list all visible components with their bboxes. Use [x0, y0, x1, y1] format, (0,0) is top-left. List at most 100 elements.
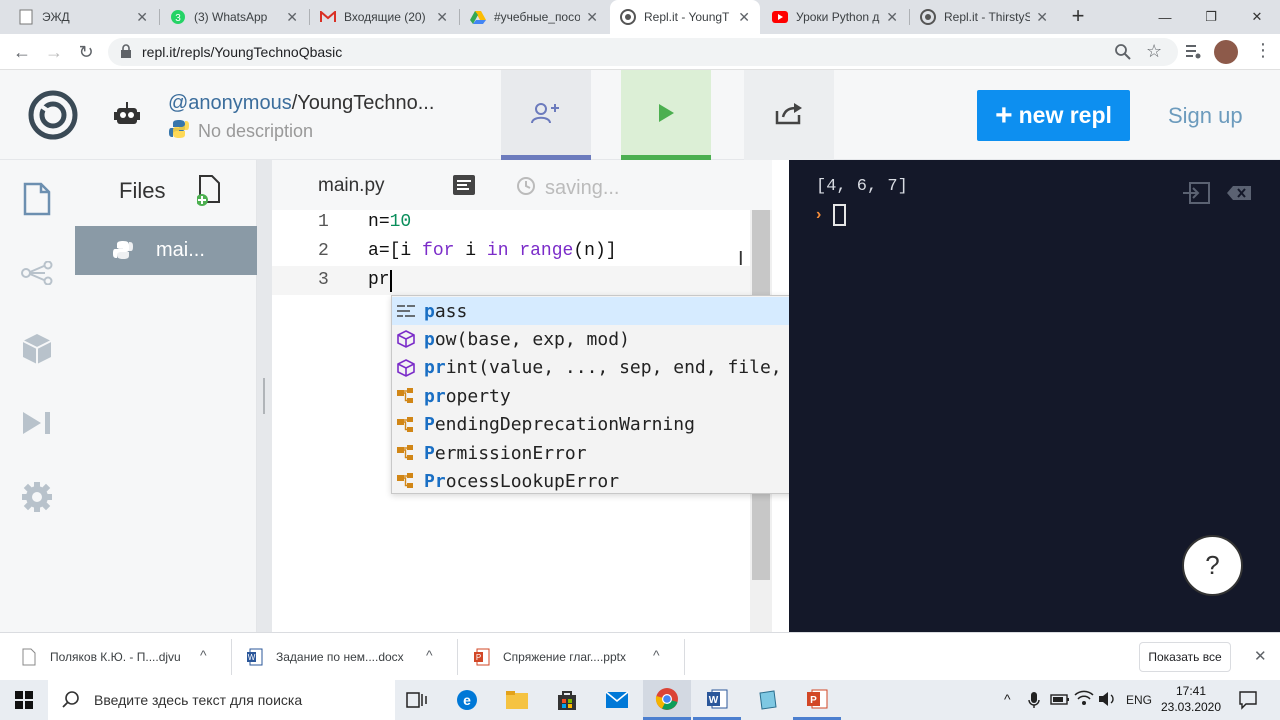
microphone-icon[interactable]	[1028, 691, 1040, 714]
gmail-icon	[320, 9, 336, 25]
browser-tab[interactable]: Уроки Python д ✕	[762, 0, 908, 34]
packages-icon[interactable]	[18, 330, 56, 368]
repl-owner-link[interactable]: @anonymous	[168, 92, 292, 114]
clear-console-icon[interactable]	[1226, 185, 1252, 206]
volume-icon[interactable]	[1098, 691, 1118, 712]
svg-text:e: e	[463, 692, 471, 708]
wifi-icon[interactable]	[1074, 690, 1094, 711]
format-icon[interactable]	[453, 175, 475, 200]
replit-icon	[620, 9, 636, 25]
panel-resize-handle[interactable]	[257, 160, 272, 632]
windows-start-icon[interactable]	[0, 680, 48, 720]
tab-main-py[interactable]: main.py	[318, 175, 385, 197]
browser-menu-icon[interactable]: ⋮	[1254, 40, 1272, 61]
store-icon[interactable]	[543, 680, 591, 720]
minimize-icon[interactable]: —	[1142, 0, 1188, 34]
line-number: 3	[318, 270, 329, 290]
sign-up-link[interactable]: Sign up	[1168, 103, 1243, 129]
mail-icon[interactable]	[593, 680, 641, 720]
battery-icon[interactable]	[1050, 692, 1070, 711]
close-tab-icon[interactable]: ✕	[286, 9, 298, 26]
url-text: repl.it/repls/YoungTechnoQbasic	[142, 44, 343, 60]
media-control-icon[interactable]	[1184, 42, 1202, 65]
code-line: pr	[368, 270, 390, 290]
browser-tab[interactable]: 3 (3) WhatsApp ✕	[160, 0, 308, 34]
share-button[interactable]	[744, 70, 834, 160]
language-indicator[interactable]: ENG	[1126, 693, 1152, 707]
autocomplete-match: Pr	[424, 470, 446, 492]
replit-icon	[920, 9, 936, 25]
close-downloads-icon[interactable]: ✕	[1254, 647, 1267, 665]
repl-name[interactable]: /YoungTechno...	[292, 92, 435, 114]
close-tab-icon[interactable]: ✕	[586, 9, 598, 26]
document-icon	[18, 9, 34, 25]
invite-button[interactable]	[501, 70, 591, 160]
download-item[interactable]: P Спряжение глаг....pptx ^	[473, 633, 683, 681]
chevron-up-icon[interactable]: ^	[200, 647, 207, 663]
close-window-icon[interactable]: ✕	[1234, 0, 1280, 34]
autocomplete-match: P	[424, 442, 435, 464]
browser-tab-strip: ЭЖД ✕ 3 (3) WhatsApp ✕ Входящие (20) ✕ #…	[0, 0, 1280, 34]
console-expand-icon[interactable]	[1182, 182, 1210, 209]
profile-avatar[interactable]	[1214, 40, 1238, 64]
browser-toolbar: ← → ↻ repl.it/repls/YoungTechnoQbasic ☆ …	[0, 34, 1280, 70]
tray-chevron-icon[interactable]: ^	[1004, 691, 1011, 707]
task-view-icon[interactable]	[393, 680, 441, 720]
python-file-icon	[112, 239, 134, 267]
help-button[interactable]: ?	[1182, 535, 1243, 596]
browser-tab[interactable]: Входящие (20) ✕	[310, 0, 458, 34]
close-tab-icon[interactable]: ✕	[886, 9, 898, 26]
browser-tab[interactable]: #учебные_посо ✕	[460, 0, 608, 34]
repl-description[interactable]: No description	[198, 121, 313, 142]
close-tab-icon[interactable]: ✕	[1036, 9, 1048, 26]
share-network-icon[interactable]	[18, 254, 56, 292]
add-file-icon[interactable]	[196, 174, 223, 213]
share-icon	[775, 101, 803, 130]
browser-tab[interactable]: Repl.it - ThirstyS ✕	[910, 0, 1058, 34]
function-icon	[396, 358, 416, 378]
close-tab-icon[interactable]: ✕	[738, 9, 750, 26]
svg-text:P: P	[476, 653, 481, 662]
files-icon[interactable]	[18, 180, 56, 218]
download-item[interactable]: W Задание по нем....docx ^	[246, 633, 456, 681]
console-output: [4, 6, 7]	[816, 177, 908, 196]
browser-tab[interactable]: ЭЖД ✕	[8, 0, 158, 34]
edge-browser-icon[interactable]: e	[443, 680, 491, 720]
new-tab-button[interactable]: +	[1066, 5, 1090, 29]
chevron-up-icon[interactable]: ^	[426, 647, 433, 663]
browser-tab-active[interactable]: Repl.it - YoungT ✕	[610, 0, 760, 34]
clock[interactable]: 17:41 23.03.2020	[1156, 683, 1226, 715]
new-repl-button[interactable]: + new repl	[977, 90, 1130, 141]
svg-text:3: 3	[175, 13, 181, 24]
zoom-icon[interactable]	[1114, 43, 1132, 66]
forward-icon[interactable]: →	[40, 38, 68, 66]
replit-logo-icon[interactable]	[28, 90, 78, 145]
reload-icon[interactable]: ↻	[72, 38, 100, 66]
notifications-icon[interactable]	[1238, 690, 1258, 715]
windows-taskbar: Введите здесь текст для поиска e W P ^ E…	[0, 680, 1280, 720]
close-tab-icon[interactable]: ✕	[136, 9, 148, 26]
close-tab-icon[interactable]: ✕	[436, 9, 448, 26]
back-icon[interactable]: ←	[8, 38, 36, 66]
bookmark-star-icon[interactable]: ☆	[1146, 41, 1162, 62]
sidebar-rail	[0, 160, 75, 632]
add-user-icon	[531, 101, 561, 130]
word-icon[interactable]: W	[693, 680, 741, 720]
address-bar[interactable]: repl.it/repls/YoungTechnoQbasic ☆	[108, 38, 1178, 66]
restore-icon[interactable]: ❐	[1188, 0, 1234, 34]
debugger-icon[interactable]	[18, 404, 56, 442]
taskbar-search[interactable]: Введите здесь текст для поиска	[48, 680, 395, 720]
autocomplete-match: P	[424, 414, 435, 436]
keyword-icon	[396, 301, 416, 321]
chrome-icon[interactable]	[643, 680, 691, 720]
autocomplete-label: ermissionError	[434, 442, 587, 464]
run-button[interactable]	[621, 70, 711, 160]
notepad-icon[interactable]	[743, 680, 791, 720]
file-explorer-icon[interactable]	[493, 680, 541, 720]
show-all-downloads-button[interactable]: Показать все	[1139, 642, 1231, 672]
chevron-up-icon[interactable]: ^	[653, 647, 660, 663]
file-item[interactable]: mai...	[75, 226, 257, 275]
download-item[interactable]: Поляков К.Ю. - П....djvu ^	[20, 633, 230, 681]
powerpoint-icon[interactable]: P	[793, 680, 841, 720]
settings-gear-icon[interactable]	[18, 478, 56, 516]
